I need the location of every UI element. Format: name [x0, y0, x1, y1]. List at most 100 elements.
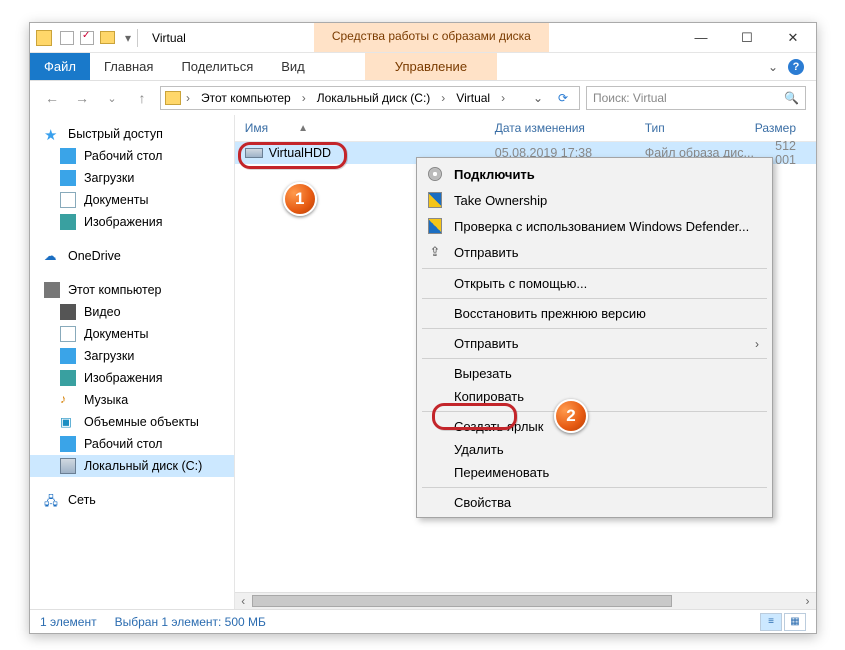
- ctx-label: Вырезать: [454, 366, 512, 381]
- documents-icon: [60, 326, 76, 342]
- search-icon: 🔍: [784, 91, 799, 105]
- ctx-properties[interactable]: Свойства: [420, 491, 769, 514]
- nav-documents[interactable]: Документы: [30, 189, 234, 211]
- disc-icon: [428, 167, 442, 181]
- scroll-left-icon[interactable]: ‹: [235, 594, 252, 608]
- minimize-button[interactable]: —: [678, 23, 724, 52]
- nav-this-pc[interactable]: Этот компьютер: [30, 279, 234, 301]
- nav-label: Быстрый доступ: [68, 127, 163, 141]
- music-icon: ♪: [60, 392, 76, 408]
- ctx-copy[interactable]: Копировать: [420, 385, 769, 408]
- ctx-label: Копировать: [454, 389, 524, 404]
- column-type[interactable]: Тип: [635, 121, 745, 135]
- ctx-delete[interactable]: Удалить: [420, 438, 769, 461]
- chevron-right-icon[interactable]: ›: [183, 91, 193, 105]
- ctx-separator: [422, 298, 767, 299]
- chevron-right-icon[interactable]: ›: [498, 91, 508, 105]
- nav-label: Загрузки: [84, 171, 134, 185]
- nav-recent[interactable]: ⌄: [100, 86, 124, 110]
- nav-desktop[interactable]: Рабочий стол: [30, 145, 234, 167]
- scroll-thumb[interactable]: [252, 595, 672, 607]
- column-size[interactable]: Размер: [745, 121, 816, 135]
- ctx-send-to[interactable]: Отправить ›: [420, 332, 769, 355]
- nav-network[interactable]: 🖧Сеть: [30, 489, 234, 511]
- ctx-share[interactable]: ⇪ Отправить: [420, 239, 769, 265]
- nav-pictures2[interactable]: Изображения: [30, 367, 234, 389]
- horizontal-scrollbar[interactable]: ‹ ›: [235, 592, 816, 609]
- maximize-button[interactable]: ☐: [724, 23, 770, 52]
- tab-view[interactable]: Вид: [267, 53, 319, 80]
- ctx-open-with[interactable]: Открыть с помощью...: [420, 272, 769, 295]
- tab-manage[interactable]: Управление: [365, 53, 497, 80]
- ctx-mount[interactable]: Подключить: [420, 161, 769, 187]
- column-name[interactable]: Имя ▲: [235, 121, 485, 135]
- nav-onedrive[interactable]: ☁OneDrive: [30, 245, 234, 267]
- video-icon: [60, 304, 76, 320]
- nav-label: Видео: [84, 305, 121, 319]
- crumb-virtual[interactable]: Virtual: [450, 89, 496, 107]
- nav-downloads2[interactable]: Загрузки: [30, 345, 234, 367]
- network-icon: 🖧: [44, 492, 60, 508]
- nav-back[interactable]: ←: [40, 86, 64, 110]
- status-item-count: 1 элемент: [40, 615, 97, 629]
- view-icons-button[interactable]: ▦: [784, 613, 806, 631]
- ctx-restore-previous[interactable]: Восстановить прежнюю версию: [420, 302, 769, 325]
- tab-home[interactable]: Главная: [90, 53, 167, 80]
- folder-icon: [165, 91, 181, 105]
- cube-icon: ▣: [60, 414, 76, 430]
- documents-icon: [60, 192, 76, 208]
- crumb-this-pc[interactable]: Этот компьютер: [195, 89, 297, 107]
- qat-item-checked[interactable]: [80, 31, 94, 45]
- view-details-button[interactable]: ≡: [760, 613, 782, 631]
- ctx-shortcut[interactable]: Создать ярлык: [420, 415, 769, 438]
- ctx-cut[interactable]: Вырезать: [420, 362, 769, 385]
- desktop-icon: [60, 148, 76, 164]
- tab-file[interactable]: Файл: [30, 53, 90, 80]
- crumb-disk-c[interactable]: Локальный диск (C:): [311, 89, 437, 107]
- nav-label: Рабочий стол: [84, 149, 162, 163]
- column-headers: Имя ▲ Дата изменения Тип Размер: [235, 115, 816, 142]
- column-label: Имя: [245, 121, 268, 135]
- context-menu: Подключить Take Ownership Проверка с исп…: [416, 157, 773, 518]
- column-date[interactable]: Дата изменения: [485, 121, 635, 135]
- breadcrumb[interactable]: › Этот компьютер › Локальный диск (C:) ›…: [160, 86, 580, 110]
- nav-desktop2[interactable]: Рабочий стол: [30, 433, 234, 455]
- chevron-right-icon[interactable]: ›: [438, 91, 448, 105]
- breadcrumb-dropdown[interactable]: ⌄: [527, 91, 549, 105]
- ctx-label: Проверка с использованием Windows Defend…: [454, 219, 749, 234]
- nav-music[interactable]: ♪Музыка: [30, 389, 234, 411]
- ctx-label: Восстановить прежнюю версию: [454, 306, 646, 321]
- chevron-right-icon[interactable]: ›: [299, 91, 309, 105]
- star-icon: ★: [44, 126, 60, 142]
- nav-documents2[interactable]: Документы: [30, 323, 234, 345]
- scroll-right-icon[interactable]: ›: [799, 594, 816, 608]
- nav-local-disk[interactable]: Локальный диск (C:): [30, 455, 234, 477]
- nav-downloads[interactable]: Загрузки: [30, 167, 234, 189]
- ribbon-expand[interactable]: ⌄: [768, 60, 778, 74]
- ctx-rename[interactable]: Переименовать: [420, 461, 769, 484]
- nav-3d-objects[interactable]: ▣Объемные объекты: [30, 411, 234, 433]
- search-input[interactable]: Поиск: Virtual 🔍: [586, 86, 806, 110]
- close-button[interactable]: ✕: [770, 23, 816, 52]
- nav-forward[interactable]: →: [70, 86, 94, 110]
- nav-up[interactable]: ↑: [130, 86, 154, 110]
- qat-overflow[interactable]: ▾: [125, 31, 131, 45]
- ctx-defender-scan[interactable]: Проверка с использованием Windows Defend…: [420, 213, 769, 239]
- nav-quick-access[interactable]: ★ Быстрый доступ: [30, 123, 234, 145]
- pictures-icon: [60, 214, 76, 230]
- ctx-separator: [422, 487, 767, 488]
- tab-share[interactable]: Поделиться: [167, 53, 267, 80]
- ribbon: Файл Главная Поделиться Вид Управление ⌄…: [30, 53, 816, 81]
- ribbon-contextual-header: Средства работы с образами диска: [314, 23, 549, 52]
- nav-videos[interactable]: Видео: [30, 301, 234, 323]
- qat-item[interactable]: [60, 31, 74, 45]
- refresh-icon[interactable]: ⟳: [551, 91, 575, 105]
- nav-label: Загрузки: [84, 349, 134, 363]
- search-placeholder: Поиск: Virtual: [593, 91, 667, 105]
- nav-label: Локальный диск (C:): [84, 459, 202, 473]
- nav-pictures[interactable]: Изображения: [30, 211, 234, 233]
- title-bar: ▾ Virtual Средства работы с образами дис…: [30, 23, 816, 53]
- nav-label: Рабочий стол: [84, 437, 162, 451]
- help-icon[interactable]: ?: [788, 59, 804, 75]
- ctx-take-ownership[interactable]: Take Ownership: [420, 187, 769, 213]
